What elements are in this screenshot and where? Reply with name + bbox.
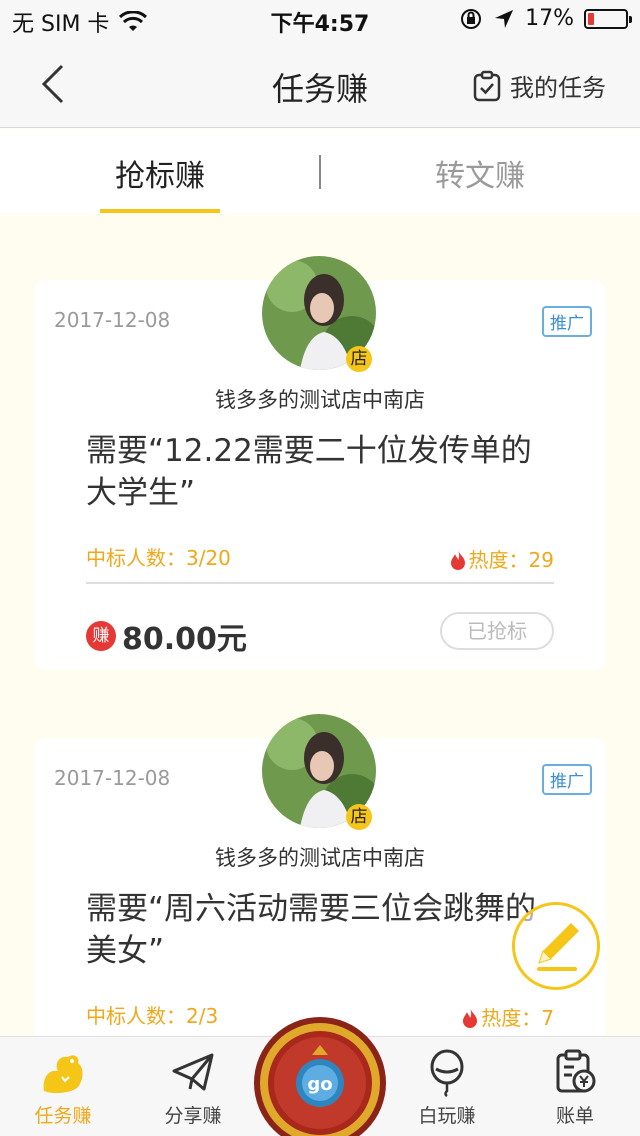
tab-repost-earn[interactable]: 转文赚 <box>380 151 580 195</box>
my-tasks-button[interactable]: 我的任务 <box>472 68 606 103</box>
battery-icon <box>584 8 632 29</box>
nav-label: 账单 <box>555 1105 594 1127</box>
rotation-lock-icon <box>461 8 482 29</box>
compose-button[interactable] <box>512 902 600 990</box>
nav-item-free-play-earn[interactable]: 白玩赚 <box>392 1047 502 1128</box>
go-label: go <box>307 1074 332 1095</box>
task-card[interactable]: 2017-12-08 推广 店 钱多多的测试店中南店 需要“周六活动需要三位会跳… <box>34 714 606 1058</box>
task-date: 2017-12-08 <box>54 308 171 332</box>
go-button[interactable]: go <box>252 1015 388 1136</box>
heat-indicator: 热度：7 <box>461 1002 554 1031</box>
promo-tag: 推广 <box>542 764 592 795</box>
reward-price: 80.00元 <box>122 622 247 657</box>
heat-indicator: 热度：29 <box>449 544 554 573</box>
nav-item-task-earn[interactable]: 任务赚 <box>8 1047 118 1128</box>
shop-badge: 店 <box>346 804 372 830</box>
earn-badge: 赚 <box>86 621 116 651</box>
tab-divider <box>319 155 321 189</box>
nav-item-share-earn[interactable]: 分享赚 <box>138 1047 248 1128</box>
my-tasks-label: 我的任务 <box>510 74 606 102</box>
shop-name: 钱多多的测试店中南店 <box>215 846 425 870</box>
pencil-icon <box>537 923 579 971</box>
nav-label: 白玩赚 <box>418 1105 476 1127</box>
battery-percent: 17% <box>525 6 574 31</box>
nav-item-bill[interactable]: 账单 <box>520 1047 630 1128</box>
card-divider <box>86 582 554 584</box>
bid-count: 中标人数：2/3 <box>86 1004 219 1028</box>
task-title: 需要“周六活动需要三位会跳舞的美女” <box>86 891 537 969</box>
bottom-navigation: 任务赚 分享赚 go 白玩赚 账单 <box>0 1017 640 1136</box>
status-bar: 无 SIM 卡 下午4:57 17% <box>0 0 640 40</box>
heat-value: 热度：29 <box>468 548 554 572</box>
shop-badge: 店 <box>346 346 372 372</box>
grabbed-button[interactable]: 已抢标 <box>440 612 554 650</box>
balloon-icon <box>430 1049 464 1097</box>
go-icon: go <box>254 1017 386 1136</box>
reward-row: 赚 80.00元 <box>86 614 247 658</box>
bill-icon <box>556 1049 596 1093</box>
navigation-bar: 任务赚 我的任务 <box>0 40 640 128</box>
bid-count: 中标人数：3/20 <box>86 546 231 570</box>
squirrel-icon <box>43 1055 83 1094</box>
active-tab-indicator <box>100 209 220 213</box>
paper-plane-icon <box>172 1053 214 1091</box>
shop-name: 钱多多的测试店中南店 <box>215 388 425 412</box>
nav-label: 分享赚 <box>164 1105 222 1127</box>
task-card[interactable]: 2017-12-08 推广 店 钱多多的测试店中南店 需要“12.22需要二十位… <box>34 256 606 670</box>
clipboard-check-icon <box>473 70 501 101</box>
task-title: 需要“12.22需要二十位发传单的大学生” <box>86 433 532 511</box>
tab-bid-earn[interactable]: 抢标赚 <box>60 151 260 195</box>
heat-value: 热度：7 <box>481 1006 554 1030</box>
task-date: 2017-12-08 <box>54 766 171 790</box>
promo-tag: 推广 <box>542 306 592 337</box>
nav-label: 任务赚 <box>34 1105 92 1127</box>
location-arrow-icon <box>495 9 514 28</box>
flame-icon <box>463 1006 478 1028</box>
tab-bar: 抢标赚 转文赚 <box>0 129 640 213</box>
flame-icon <box>450 548 465 570</box>
